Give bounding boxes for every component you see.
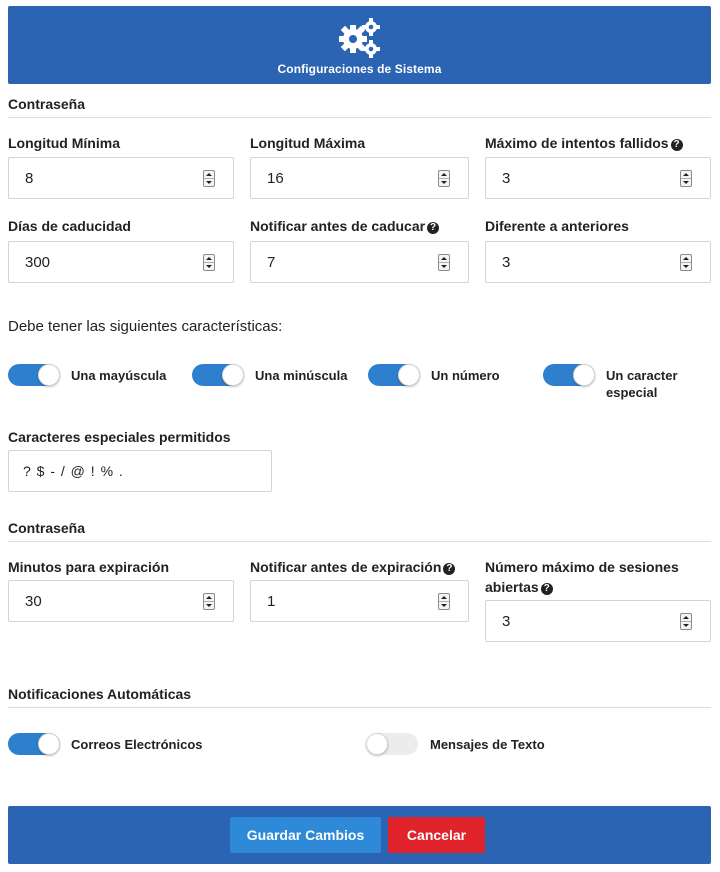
field-label-min-length: Longitud Mínima [8, 135, 120, 151]
spinner-buttons[interactable] [438, 593, 450, 610]
spinner-buttons[interactable] [438, 254, 450, 271]
requirements-title: Debe tener las siguientes característica… [8, 318, 283, 335]
expiry-days-input[interactable]: 300 [8, 241, 234, 283]
spinner-buttons[interactable] [203, 593, 215, 610]
field-label-notify-before-expiry: Notificar antes de caducar? [250, 216, 440, 236]
spinner-buttons[interactable] [203, 254, 215, 271]
field-label-special-chars: Caracteres especiales permitidos [8, 429, 231, 445]
notify-before-expiry-input[interactable]: 7 [250, 241, 469, 283]
spinner-buttons[interactable] [680, 613, 692, 630]
page-header: Configuraciones de Sistema [8, 6, 711, 84]
toggle-special-char[interactable] [543, 364, 595, 386]
toggle-label-emails: Correos Electrónicos [71, 737, 203, 752]
toggle-label-sms: Mensajes de Texto [430, 737, 545, 752]
toggle-sms[interactable] [366, 733, 418, 755]
footer-bar: Guardar Cambios Cancelar [8, 806, 711, 864]
toggle-knob [398, 364, 420, 386]
field-label-max-sessions: Número máximo de sesiones abiertas? [485, 559, 679, 595]
question-circle-icon[interactable]: ? [540, 583, 553, 595]
save-button[interactable]: Guardar Cambios [230, 817, 381, 853]
section-title-notifications: Notificaciones Automáticas [8, 686, 711, 708]
field-label-different-previous: Diferente a anteriores [485, 218, 629, 234]
question-circle-icon[interactable]: ? [670, 139, 683, 151]
section-title-password: Contraseña [8, 96, 711, 118]
toggle-knob [222, 364, 244, 386]
spinner-buttons[interactable] [680, 254, 692, 271]
question-circle-icon[interactable]: ? [443, 563, 456, 575]
toggle-label-special-char: Un caracter especial [606, 368, 678, 400]
spinner-buttons[interactable] [438, 170, 450, 187]
gears-icon [338, 18, 380, 58]
max-sessions-input[interactable]: 3 [485, 600, 711, 642]
field-label-expiry-minutes: Minutos para expiración [8, 559, 170, 575]
field-label-max-length: Longitud Máxima [250, 135, 366, 151]
question-circle-icon[interactable]: ? [427, 222, 440, 234]
field-label-notify-before-session-expiry: Notificar antes de expiración? [250, 557, 456, 577]
min-length-input[interactable]: 8 [8, 157, 234, 199]
toggle-knob [38, 364, 60, 386]
max-length-input[interactable]: 16 [250, 157, 469, 199]
notify-before-session-expiry-input[interactable]: 1 [250, 580, 469, 622]
toggle-label-uppercase: Una mayúscula [71, 368, 167, 383]
toggle-knob [38, 733, 60, 755]
different-previous-input[interactable]: 3 [485, 241, 711, 283]
special-chars-input[interactable]: ? $ - / @ ! % . [8, 450, 272, 492]
page-title: Configuraciones de Sistema [277, 62, 442, 76]
toggle-lowercase[interactable] [192, 364, 244, 386]
toggle-knob [366, 733, 388, 755]
max-attempts-input[interactable]: 3 [485, 157, 711, 199]
field-label-expiry-days: Días de caducidad [8, 218, 131, 234]
toggle-number[interactable] [368, 364, 420, 386]
toggle-uppercase[interactable] [8, 364, 60, 386]
toggle-emails[interactable] [8, 733, 60, 755]
section-title-session: Contraseña [8, 520, 711, 542]
toggle-knob [573, 364, 595, 386]
toggle-label-lowercase: Una minúscula [255, 368, 348, 383]
field-label-max-attempts: Máximo de intentos fallidos? [485, 133, 683, 153]
spinner-buttons[interactable] [680, 170, 692, 187]
expiry-minutes-input[interactable]: 30 [8, 580, 234, 622]
spinner-buttons[interactable] [203, 170, 215, 187]
cancel-button[interactable]: Cancelar [388, 817, 485, 853]
toggle-label-number: Un número [431, 368, 500, 383]
